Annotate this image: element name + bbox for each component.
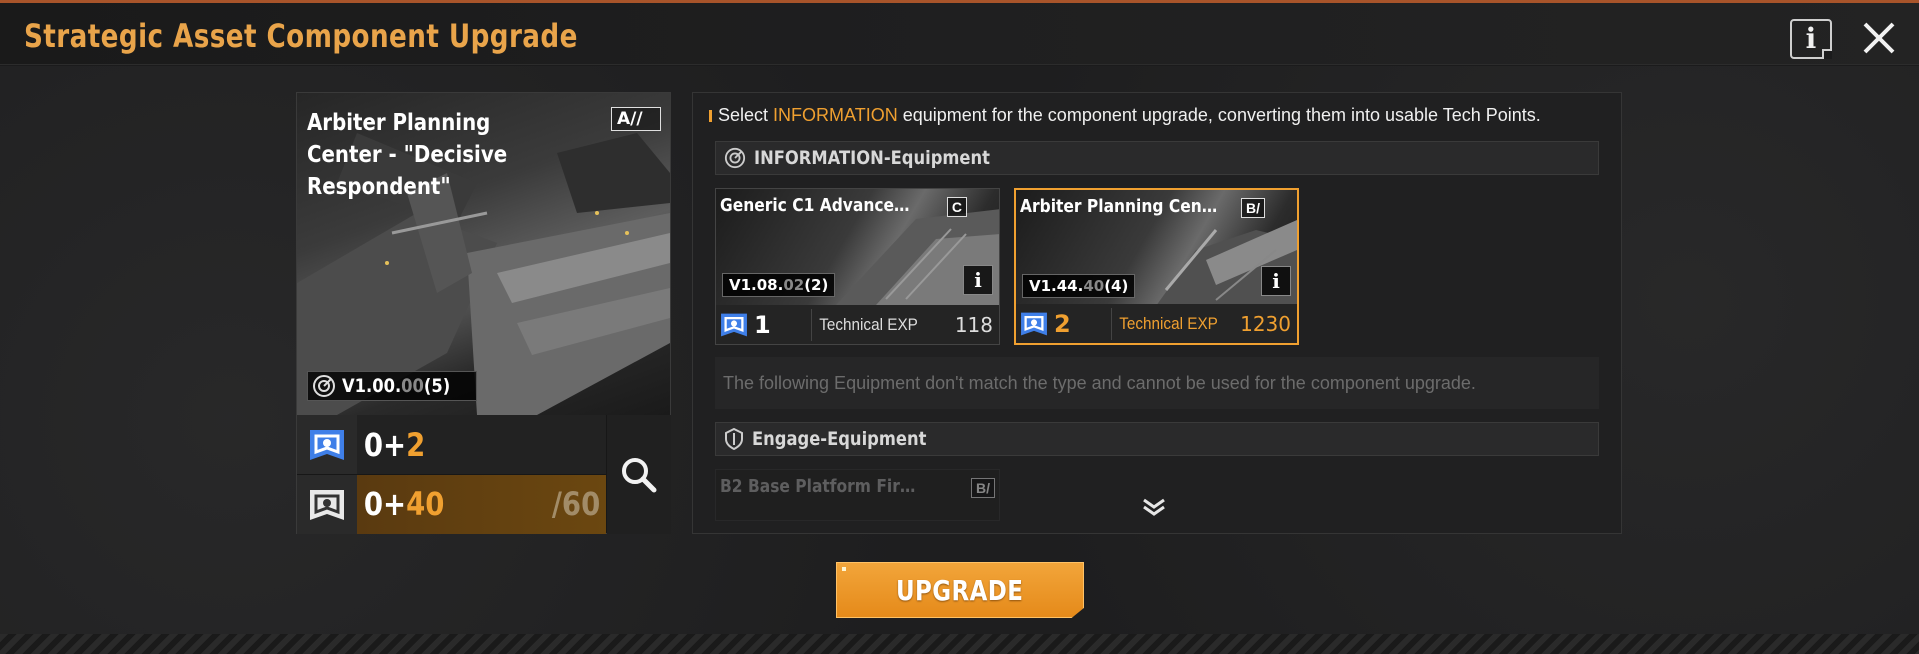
equipment-exp-label: Technical EXP <box>1119 313 1218 333</box>
close-button[interactable] <box>1858 17 1900 59</box>
equipment-panel: Select INFORMATION equipment for the com… <box>692 92 1622 534</box>
instruction-marker <box>709 109 712 122</box>
tech-points-icon <box>1016 306 1052 342</box>
upgrade-button-label: UPGRADE <box>896 573 1024 607</box>
search-button[interactable] <box>607 415 671 534</box>
equipment-rank: C <box>946 197 967 217</box>
info-button[interactable]: i <box>1790 19 1832 59</box>
tech-points-row: 0+2 <box>297 415 606 474</box>
equipment-rank: B/ <box>971 478 995 498</box>
tech-points-base: 0+ <box>363 425 407 464</box>
asset-version-level: (5) <box>423 375 451 397</box>
asset-version: V1.00.00(5) <box>307 371 477 401</box>
equipment-exp-value: 118 <box>954 312 993 337</box>
equipment-info-button[interactable]: i <box>1261 266 1291 296</box>
asset-card: Arbiter Planning Center - "Decisive Resp… <box>296 92 671 534</box>
equipment-info-button[interactable]: i <box>963 265 993 295</box>
upgrade-button-accent <box>842 567 846 571</box>
asset-version-minor: 00 <box>401 375 424 397</box>
tech-points-icon <box>716 307 752 343</box>
scroll-down-chevron-icon[interactable] <box>1139 497 1169 517</box>
asset-version-major: V1.00. <box>342 375 402 397</box>
equipment-count: 2 <box>1052 307 1112 340</box>
close-icon <box>1863 22 1895 54</box>
exp-row: 0+40 /60 <box>297 475 606 534</box>
title-bar: Strategic Asset Component Upgrade i <box>0 3 1919 65</box>
exp-max: /60 <box>551 485 600 523</box>
equipment-name: Arbiter Planning Center - Ul... <box>1020 196 1218 217</box>
equipment-version: V1.44.40(4) <box>1022 274 1136 298</box>
asset-name: Arbiter Planning Center - "Decisive Resp… <box>307 110 508 200</box>
equipment-exp-label: Technical EXP <box>819 314 918 334</box>
exp-add: 40 <box>406 485 445 523</box>
equipment-card-selected[interactable]: Arbiter Planning Center - Ul... B/ V1.44… <box>1014 188 1299 345</box>
asset-image: Arbiter Planning Center - "Decisive Resp… <box>297 93 670 415</box>
upgrade-button[interactable]: UPGRADE <box>836 562 1084 618</box>
equipment-rank: B/ <box>1241 198 1265 218</box>
exp-icon <box>297 475 357 534</box>
page-title: Strategic Asset Component Upgrade <box>24 17 578 55</box>
engage-type-icon <box>725 428 743 450</box>
equipment-stats: 2 Technical EXP 1230 <box>1016 304 1297 343</box>
equipment-name: Generic C1 Advanced Militar... <box>720 195 918 216</box>
section-engage-equipment: Engage-Equipment <box>715 422 1599 456</box>
exp-base: 0+ <box>363 485 407 523</box>
unusable-equipment-card: B2 Base Platform Fire Contr... B/ <box>715 469 1000 521</box>
instruction-highlight: INFORMATION <box>773 105 898 125</box>
search-icon <box>622 457 657 492</box>
tech-points-icon <box>297 415 357 474</box>
exp-progress-bar: 0+40 /60 <box>357 475 606 534</box>
equipment-card[interactable]: Generic C1 Advanced Militar... C V1.08.0… <box>715 188 1000 345</box>
equipment-image: Arbiter Planning Center - Ul... B/ V1.44… <box>1016 190 1297 306</box>
bottom-hazard-stripe <box>0 634 1919 654</box>
equipment-image: Generic C1 Advanced Militar... C V1.08.0… <box>716 189 999 305</box>
type-mismatch-notice: The following Equipment don't match the … <box>715 357 1599 409</box>
asset-rank-badge: A// <box>611 107 661 131</box>
equipment-name: B2 Base Platform Fire Contr... <box>720 476 918 497</box>
instruction-text: Select INFORMATION equipment for the com… <box>709 105 1541 126</box>
information-type-icon <box>313 375 335 397</box>
equipment-version: V1.08.02(2) <box>722 273 836 297</box>
equipment-stats: 1 Technical EXP 118 <box>716 305 999 344</box>
information-type-icon <box>724 147 746 169</box>
section-information-equipment: INFORMATION-Equipment <box>715 141 1599 175</box>
equipment-count: 1 <box>752 308 812 341</box>
equipment-exp-value: 1230 <box>1240 311 1291 336</box>
tech-points-add: 2 <box>406 425 426 464</box>
